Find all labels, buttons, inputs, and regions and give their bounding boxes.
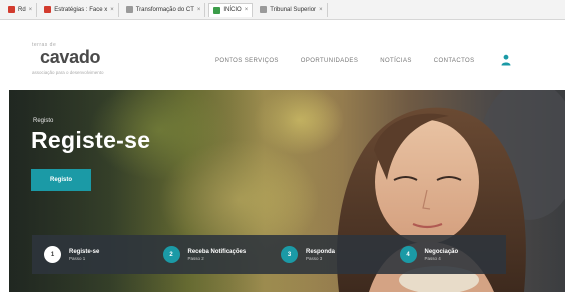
step-number: 1 [44,246,61,263]
page-title: Registe-se [31,127,151,153]
close-icon[interactable]: × [197,7,201,13]
step-item-registe-se[interactable]: 1 Registe-se Passo 1 [32,235,151,274]
close-icon[interactable]: × [29,7,33,13]
close-icon[interactable]: × [319,7,323,13]
step-title: Negociação [424,248,459,255]
site-logo[interactable]: terras de cavado associação para o desen… [30,42,120,82]
browser-tab-active[interactable]: INÍCIO × [208,2,254,17]
nav-link-contactos[interactable]: CONTACTOS [434,58,475,64]
logo-text: cavado [40,47,101,67]
nav-link-noticias[interactable]: NOTÍCIAS [380,58,412,64]
hero-banner: Registo Registe-se Registo 1 Registe-se … [9,90,565,292]
tab-label: Estratégias : Face x [54,6,108,13]
tab-label: Tribunal Superior [270,6,317,13]
breadcrumb[interactable]: Registo [33,118,53,124]
favicon-icon [260,6,268,13]
step-text: Responda Passo 3 [306,249,335,261]
nav-link-oportunidades[interactable]: OPORTUNIDADES [301,58,358,64]
user-icon[interactable] [501,54,511,66]
screen: Rd × Estratégias : Face x × Transformaçã… [0,0,565,292]
step-subtitle: Passo 1 [69,255,86,261]
site-header: terras de cavado associação para o desen… [0,20,565,90]
step-item-notificacoes[interactable]: 2 Receba Notificações Passo 2 [151,235,270,274]
step-title: Receba Notificações [187,248,247,255]
step-number: 3 [281,246,298,263]
browser-tab[interactable]: Estratégias : Face x × [40,2,119,17]
tab-label: Rd [18,6,26,13]
step-text: Negociação Passo 4 [425,249,459,261]
favicon-icon [213,6,221,14]
logo-tagline: associação para o desenvolvimento [32,70,104,75]
step-title: Responda [306,248,336,255]
main-nav: PONTOS SERVIÇOS OPORTUNIDADES NOTÍCIAS C… [215,58,475,64]
step-subtitle: Passo 4 [424,255,441,261]
step-text: Receba Notificações Passo 2 [188,249,247,261]
step-subtitle: Passo 3 [306,255,323,261]
nav-link-pontos-servicos[interactable]: PONTOS SERVIÇOS [215,58,279,64]
browser-tab[interactable]: Tribunal Superior × [256,2,328,17]
step-title: Registe-se [69,248,100,255]
browser-tab-bar: Rd × Estratégias : Face x × Transformaçã… [0,0,565,20]
step-text: Registe-se Passo 1 [69,249,99,261]
tab-label: INÍCIO [223,7,242,13]
close-icon[interactable]: × [245,7,249,13]
step-item-negociacao[interactable]: 4 Negociação Passo 4 [388,235,507,274]
browser-tab[interactable]: Rd × [4,2,38,17]
steps-bar: 1 Registe-se Passo 1 2 Receba Notificaçõ… [32,235,506,274]
tab-label: Transformação do CT [135,6,194,13]
favicon-icon [8,6,15,13]
step-number: 4 [399,246,417,263]
register-button[interactable]: Registo [31,169,91,191]
favicon-icon [44,6,52,13]
favicon-icon [125,6,133,13]
browser-tab[interactable]: Transformação do CT × [122,2,206,17]
step-item-responda[interactable]: 3 Responda Passo 3 [269,235,388,274]
step-number: 2 [162,246,180,263]
step-subtitle: Passo 2 [187,255,204,261]
close-icon[interactable]: × [110,7,114,13]
